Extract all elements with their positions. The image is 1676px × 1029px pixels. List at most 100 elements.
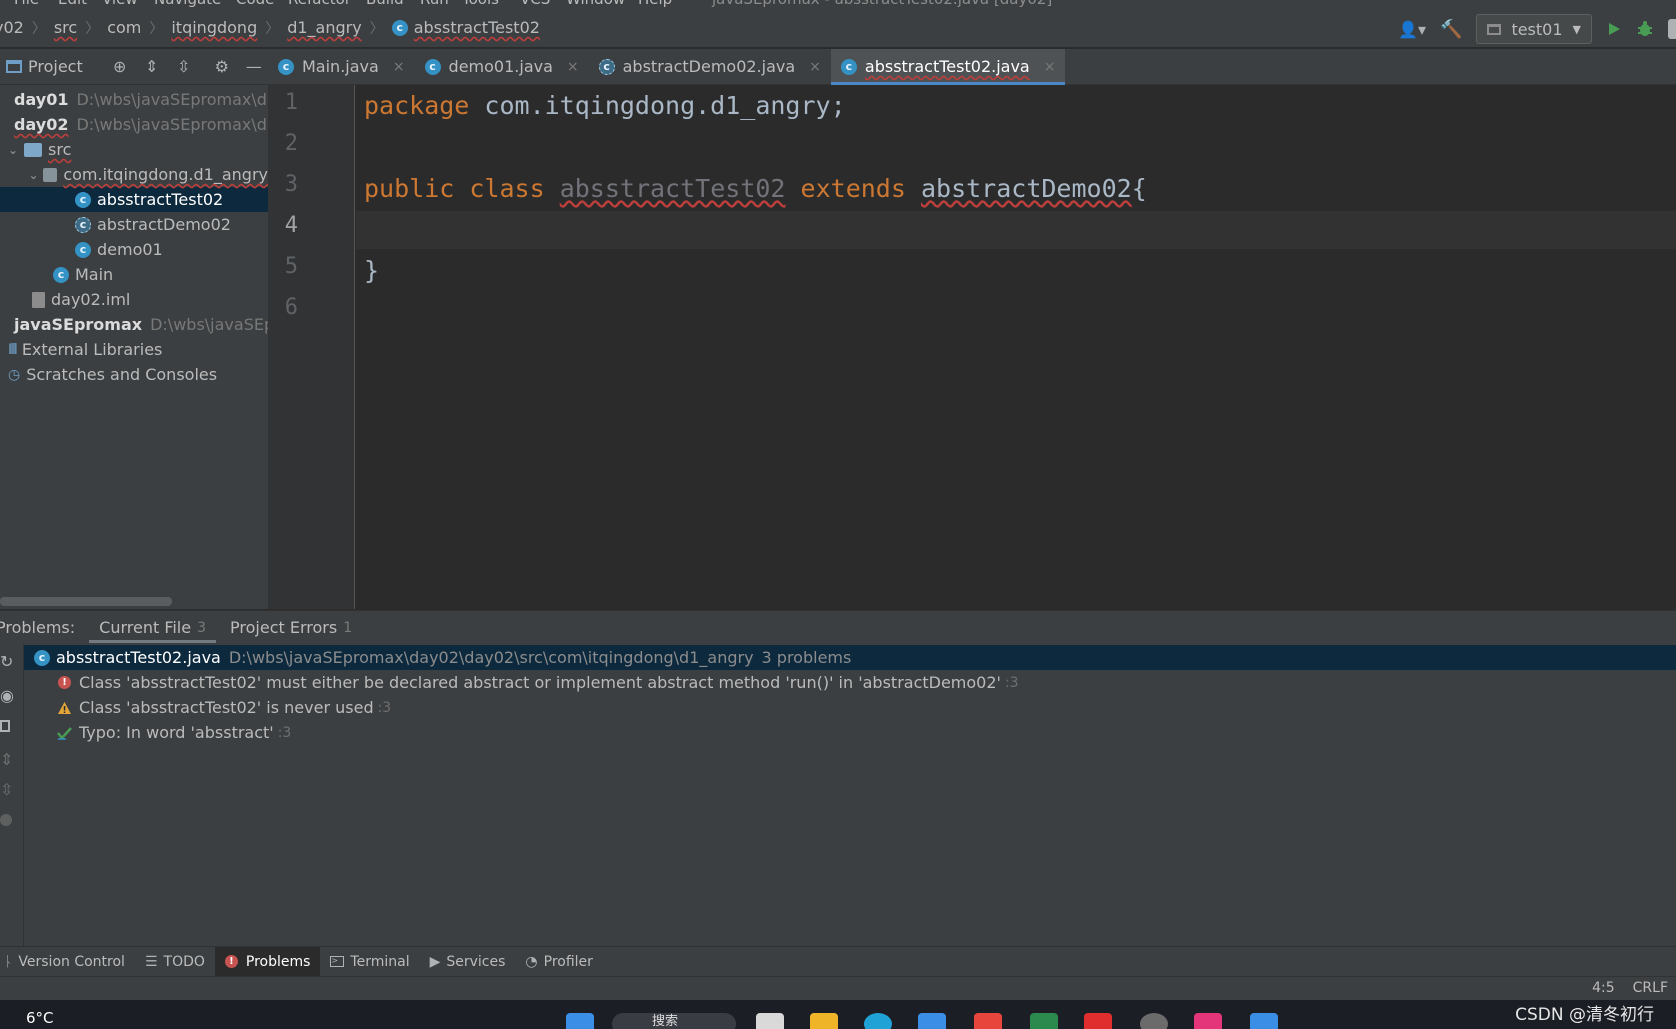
close-icon[interactable]: ×: [809, 59, 821, 75]
file-explorer-icon[interactable]: [756, 1013, 784, 1029]
office-icon[interactable]: [974, 1013, 1002, 1029]
tab-project-errors[interactable]: Project Errors 1: [220, 611, 362, 645]
chevron-down-icon[interactable]: ⌄: [28, 168, 39, 182]
project-tree: day01 D:\wbs\javaSEpromax\day01 day02 D:…: [0, 85, 268, 609]
breadcrumb-com[interactable]: com: [107, 18, 141, 37]
breadcrumb-itqingdong[interactable]: itqingdong: [171, 18, 257, 37]
tool-terminal[interactable]: > Terminal: [320, 947, 419, 977]
error-icon: !: [58, 676, 71, 689]
gear-icon[interactable]: ⚙: [213, 57, 231, 76]
preview-icon[interactable]: [0, 720, 10, 732]
weather-widget[interactable]: 6°C: [26, 1009, 54, 1027]
abstract-class-icon: c: [75, 216, 91, 233]
taskbar-search[interactable]: 搜索: [612, 1013, 736, 1029]
tree-item-abstractdemo02[interactable]: c abstractDemo02: [0, 212, 268, 237]
notepad-icon[interactable]: [1250, 1013, 1278, 1029]
tree-item-demo01[interactable]: c demo01: [0, 237, 268, 262]
menu-build[interactable]: Build: [366, 0, 404, 8]
tool-services[interactable]: ▶ Services: [420, 947, 516, 977]
tree-horizontal-scrollbar[interactable]: [0, 597, 172, 606]
problem-file-row[interactable]: c absstractTest02.java D:\wbs\javaSEprom…: [24, 645, 1676, 670]
problem-item-typo[interactable]: Typo: In word 'absstract' :3: [24, 720, 1676, 745]
tree-item-label: day02.iml: [51, 290, 131, 309]
tool-problems[interactable]: ! Problems: [214, 946, 321, 977]
tree-item-package[interactable]: ⌄ com.itqingdong.d1_angry: [0, 162, 269, 187]
tab-count: 3: [197, 619, 207, 636]
edge-browser-icon[interactable]: [864, 1013, 892, 1029]
tree-item-scratches[interactable]: ◷ Scratches and Consoles: [0, 362, 268, 387]
menu-tools[interactable]: Tools: [462, 0, 499, 8]
close-icon[interactable]: ×: [567, 59, 579, 75]
code-line-3: public class absstractTest02 extends abs…: [364, 174, 1147, 203]
locate-target-icon[interactable]: ⊕: [111, 57, 129, 76]
parent-class-name: abstractDemo02: [920, 174, 1132, 203]
run-configuration-select[interactable]: test01 ▼: [1476, 14, 1592, 44]
stop-icon[interactable]: [1668, 19, 1676, 39]
breadcrumb-d1-angry[interactable]: d1_angry: [287, 18, 361, 37]
collapse-all-icon[interactable]: ⇳: [175, 57, 193, 76]
tree-item-javasepromax[interactable]: javaSEpromax D:\wbs\javaSEpromax: [0, 312, 268, 337]
tool-version-control[interactable]: ᚿ Version Control: [0, 947, 135, 977]
intellij-icon[interactable]: [1194, 1013, 1222, 1029]
tab-main-java[interactable]: c Main.java ×: [268, 49, 415, 85]
breadcrumb-class[interactable]: absstractTest02: [414, 18, 540, 37]
collapse-icon[interactable]: ⇳: [0, 780, 13, 799]
expand-icon[interactable]: ⇕: [0, 750, 13, 769]
close-icon[interactable]: ×: [1044, 59, 1056, 75]
start-icon[interactable]: [566, 1013, 594, 1029]
breadcrumb-module[interactable]: y02: [0, 18, 24, 37]
expand-all-icon[interactable]: ⇕: [143, 57, 161, 76]
run-icon[interactable]: [1606, 21, 1622, 37]
tab-label: demo01.java: [448, 57, 553, 76]
code-lines[interactable]: package com.itqingdong.d1_angry; public …: [356, 85, 1676, 609]
menu-file[interactable]: File: [14, 0, 39, 8]
minimize-icon[interactable]: —: [245, 57, 263, 76]
build-hammer-icon[interactable]: 🔨: [1440, 19, 1462, 40]
search-label: 搜索: [652, 1014, 679, 1029]
tree-item-day02-iml[interactable]: day02.iml: [0, 287, 268, 312]
line-number: 1: [284, 90, 298, 115]
menu-navigate[interactable]: Navigate: [154, 0, 221, 8]
menu-edit[interactable]: Edit: [58, 0, 87, 8]
tool-todo[interactable]: ☰ TODO: [135, 947, 215, 977]
tree-item-day01[interactable]: day01 D:\wbs\javaSEpromax\day01: [0, 87, 268, 112]
debug-bug-icon[interactable]: [1636, 20, 1654, 38]
problem-item-error[interactable]: ! Class 'absstractTest02' must either be…: [24, 670, 1676, 695]
chevron-down-icon[interactable]: ⌄: [6, 143, 20, 157]
music-icon[interactable]: [1084, 1013, 1112, 1029]
breadcrumb-src[interactable]: src: [54, 18, 77, 37]
app-icon[interactable]: [1030, 1013, 1058, 1029]
tab-absstracttest02-java[interactable]: c absstractTest02.java ×: [830, 48, 1066, 85]
menu-view[interactable]: View: [102, 0, 138, 8]
tab-demo01-java[interactable]: c demo01.java ×: [415, 49, 589, 85]
tree-item-src[interactable]: ⌄ src: [0, 137, 268, 162]
account-icon[interactable]: 👤▾: [1398, 20, 1426, 39]
tree-item-day02[interactable]: day02 D:\wbs\javaSEpromax\day02: [0, 112, 268, 137]
menu-help[interactable]: Help: [638, 0, 672, 8]
eye-icon[interactable]: ◉: [0, 686, 14, 705]
tab-current-file[interactable]: Current File 3: [89, 611, 216, 645]
keyword: public: [364, 174, 455, 203]
problem-item-warning[interactable]: Class 'absstractTest02' is never used :3: [24, 695, 1676, 720]
menu-window[interactable]: Window: [566, 0, 625, 8]
tab-abstractdemo02-java[interactable]: c abstractDemo02.java ×: [589, 49, 831, 85]
circle-icon[interactable]: [0, 814, 12, 826]
menu-code[interactable]: Code: [236, 0, 274, 8]
tree-item-absstracttest02[interactable]: c absstractTest02: [0, 187, 268, 212]
close-icon[interactable]: ×: [393, 59, 405, 75]
menu-run[interactable]: Run: [420, 0, 449, 8]
store-icon[interactable]: [918, 1013, 946, 1029]
tree-item-external-libraries[interactable]: Illl External Libraries: [0, 337, 268, 362]
line-separator[interactable]: CRLF: [1633, 980, 1668, 996]
tree-item-main[interactable]: c Main: [0, 262, 268, 287]
folder-icon[interactable]: [810, 1013, 838, 1029]
libraries-icon: Illl: [8, 341, 18, 358]
tool-profiler[interactable]: ◔ Profiler: [515, 947, 603, 977]
caret-position[interactable]: 4:5: [1592, 980, 1615, 996]
menu-refactor[interactable]: Refactor: [288, 0, 351, 8]
tree-item-path: D:\wbs\javaSEpromax: [150, 315, 268, 334]
autoscroll-icon[interactable]: ↻: [0, 652, 13, 671]
project-panel-title[interactable]: Project: [28, 57, 83, 76]
menu-vcs[interactable]: VCS: [520, 0, 550, 8]
app-icon[interactable]: [1140, 1013, 1168, 1029]
